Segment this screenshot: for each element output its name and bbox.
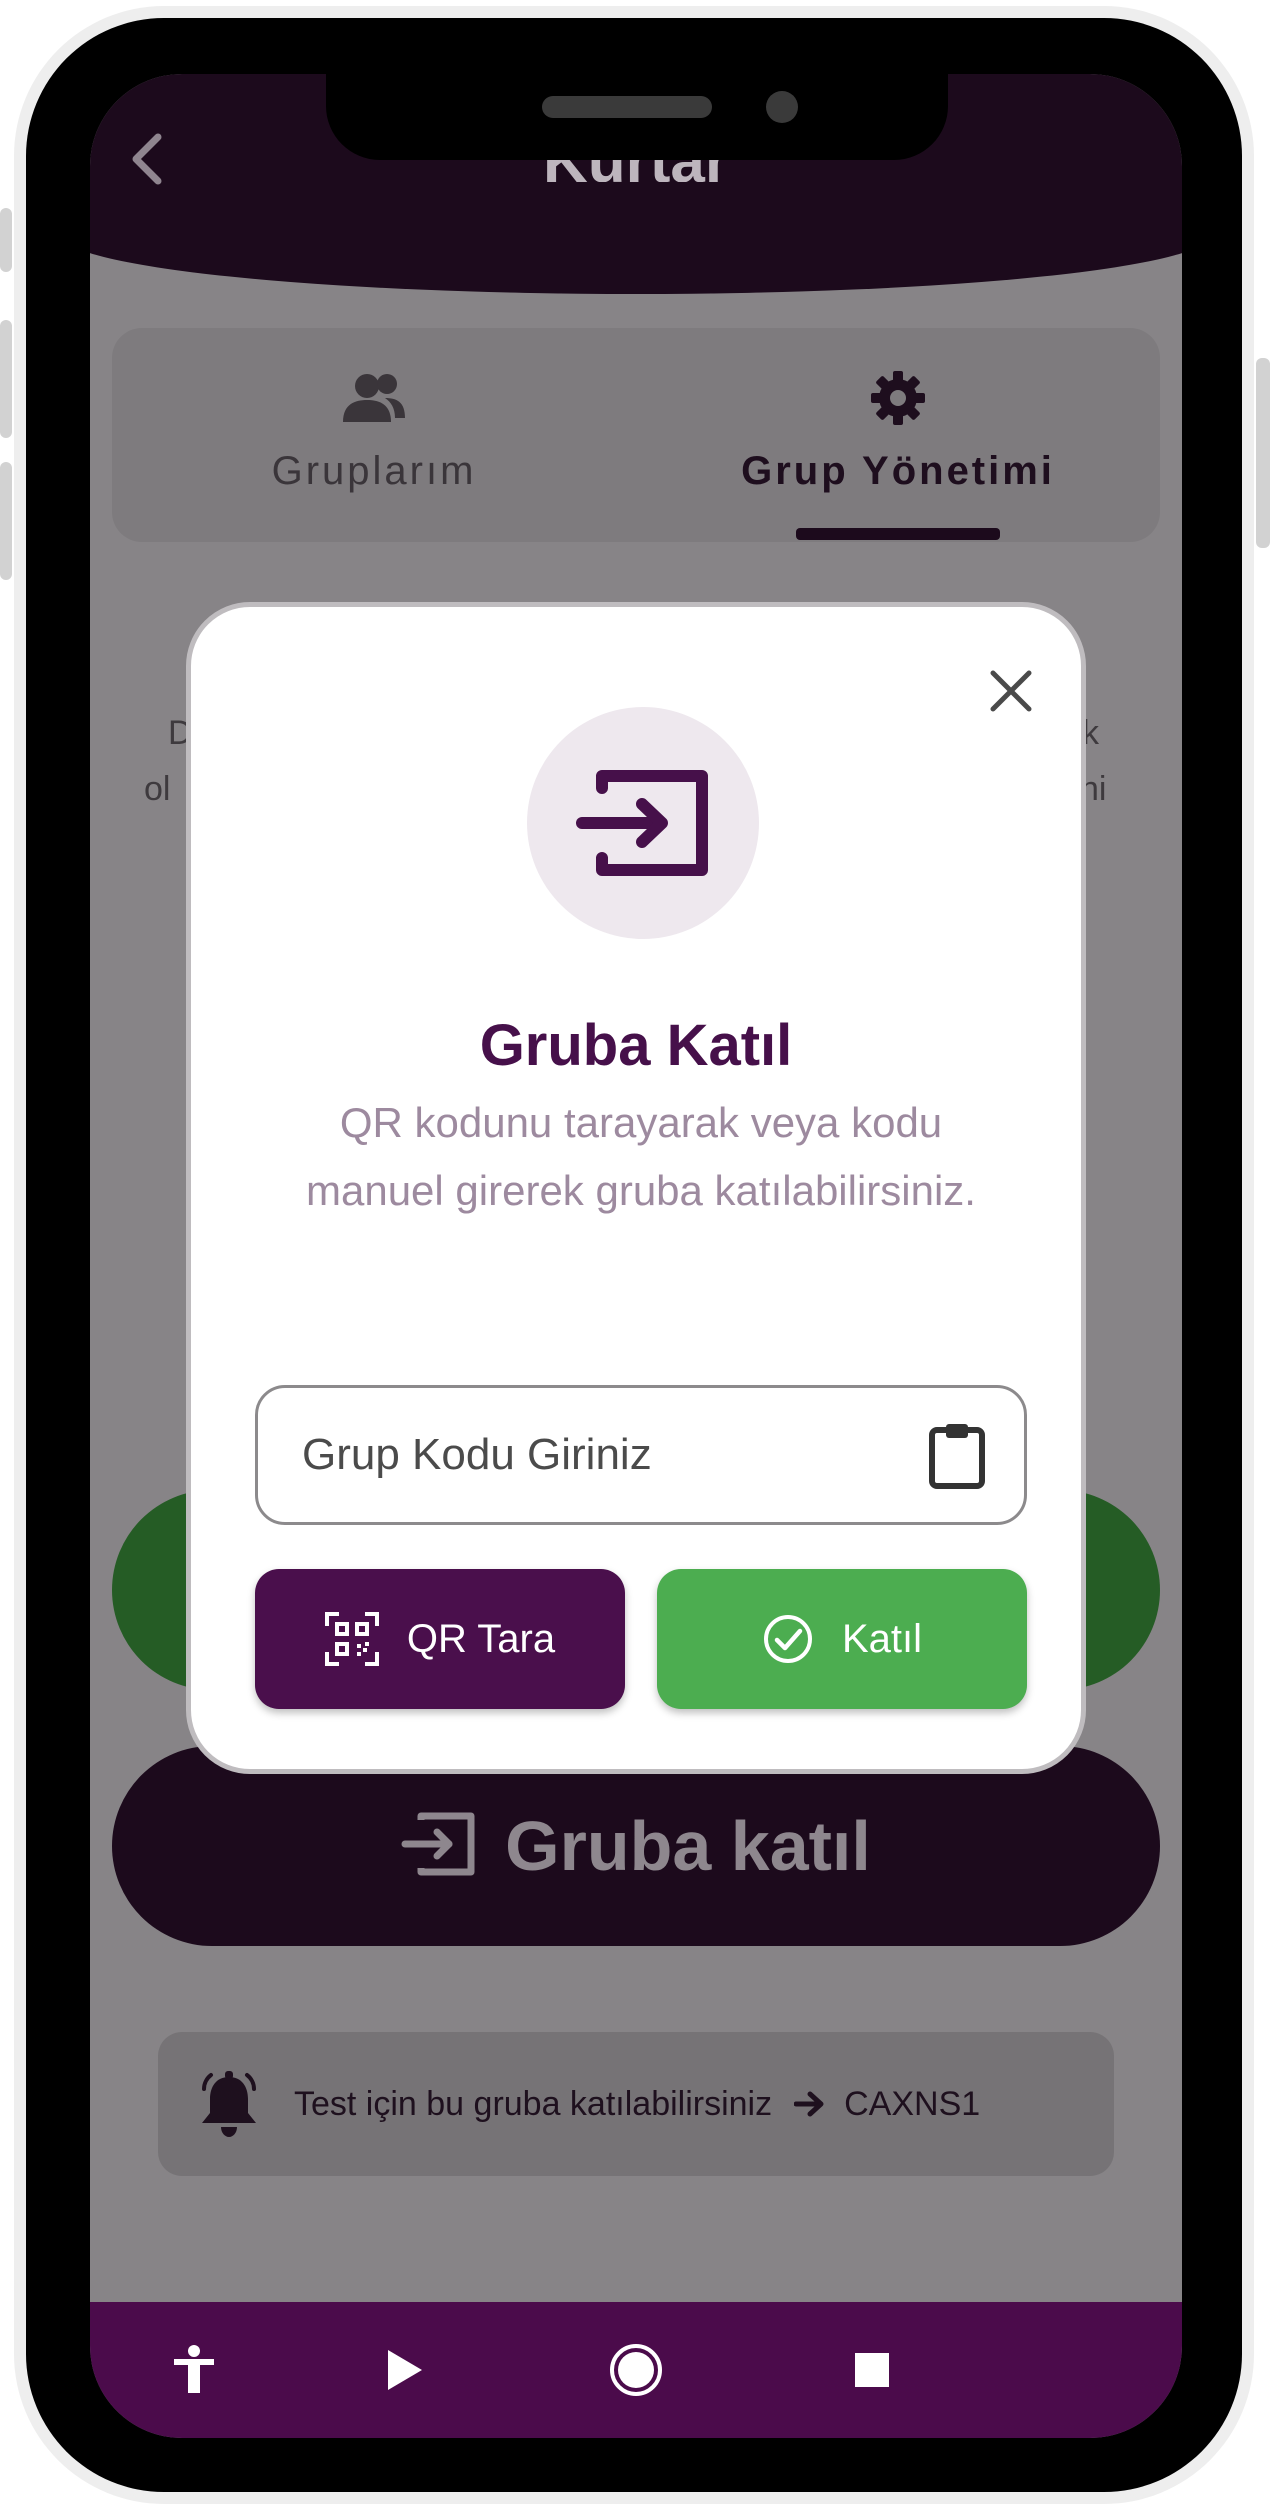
volume-up-button bbox=[0, 320, 12, 438]
tab-bar: Gruplarım Grup Yönetimi bbox=[112, 328, 1160, 542]
join-button[interactable]: Katıl bbox=[657, 1569, 1027, 1709]
qr-code-icon bbox=[324, 1612, 379, 1666]
background-join-group-button[interactable]: Gruba katıl bbox=[112, 1746, 1160, 1946]
test-group-hint: Test için bu gruba katılabilirsiniz CAXN… bbox=[158, 2032, 1114, 2176]
active-tab-indicator bbox=[796, 528, 1000, 540]
background-join-group-label: Gruba katıl bbox=[505, 1807, 871, 1885]
bottom-navigation-bar bbox=[90, 2302, 1182, 2438]
play-icon[interactable] bbox=[370, 2336, 438, 2404]
stop-icon[interactable] bbox=[838, 2336, 906, 2404]
dialog-description: QR kodunu tarayarak veya kodu manuel gir… bbox=[306, 1099, 976, 1214]
gear-icon bbox=[868, 368, 928, 433]
tab-my-groups-label: Gruplarım bbox=[271, 449, 477, 493]
tab-group-management[interactable]: Grup Yönetimi bbox=[636, 328, 1160, 542]
join-arrow-icon bbox=[401, 1812, 477, 1881]
power-button bbox=[1256, 358, 1270, 548]
close-icon[interactable] bbox=[981, 661, 1041, 721]
dialog-title: Gruba Katıl bbox=[479, 1013, 793, 1078]
phone-screen: Kurtar Gruplarım bbox=[90, 74, 1182, 2438]
silent-switch bbox=[0, 208, 12, 272]
home-circle-icon[interactable] bbox=[602, 2336, 670, 2404]
phone-speaker bbox=[542, 96, 712, 118]
group-code-input[interactable] bbox=[302, 1388, 902, 1522]
join-button-label: Katıl bbox=[841, 1616, 923, 1661]
background-text-fragment: ol bbox=[144, 770, 171, 808]
accessibility-icon[interactable] bbox=[160, 2336, 228, 2404]
test-group-code[interactable]: CAXNS1 bbox=[844, 2085, 980, 2124]
front-camera bbox=[766, 91, 798, 123]
test-group-hint-text: Test için bu gruba katılabilirsiniz bbox=[294, 2084, 773, 2123]
group-code-field[interactable] bbox=[255, 1385, 1027, 1525]
scan-qr-button[interactable]: QR Tara bbox=[255, 1569, 625, 1709]
clipboard-paste-icon[interactable] bbox=[926, 1422, 988, 1490]
join-group-dialog: Gruba Katıl QR kodunu tarayarak veya kod… bbox=[186, 602, 1086, 1774]
tab-my-groups[interactable]: Gruplarım bbox=[112, 328, 636, 542]
login-arrow-icon bbox=[576, 768, 710, 878]
arrow-right-icon bbox=[794, 2090, 826, 2118]
tab-group-management-label: Grup Yönetimi bbox=[741, 449, 1055, 493]
group-icon bbox=[341, 372, 407, 429]
bell-icon bbox=[198, 2071, 260, 2137]
check-circle-icon bbox=[762, 1613, 814, 1665]
volume-down-button bbox=[0, 462, 12, 580]
scan-qr-button-label: QR Tara bbox=[406, 1616, 556, 1661]
join-icon-badge bbox=[527, 707, 759, 939]
